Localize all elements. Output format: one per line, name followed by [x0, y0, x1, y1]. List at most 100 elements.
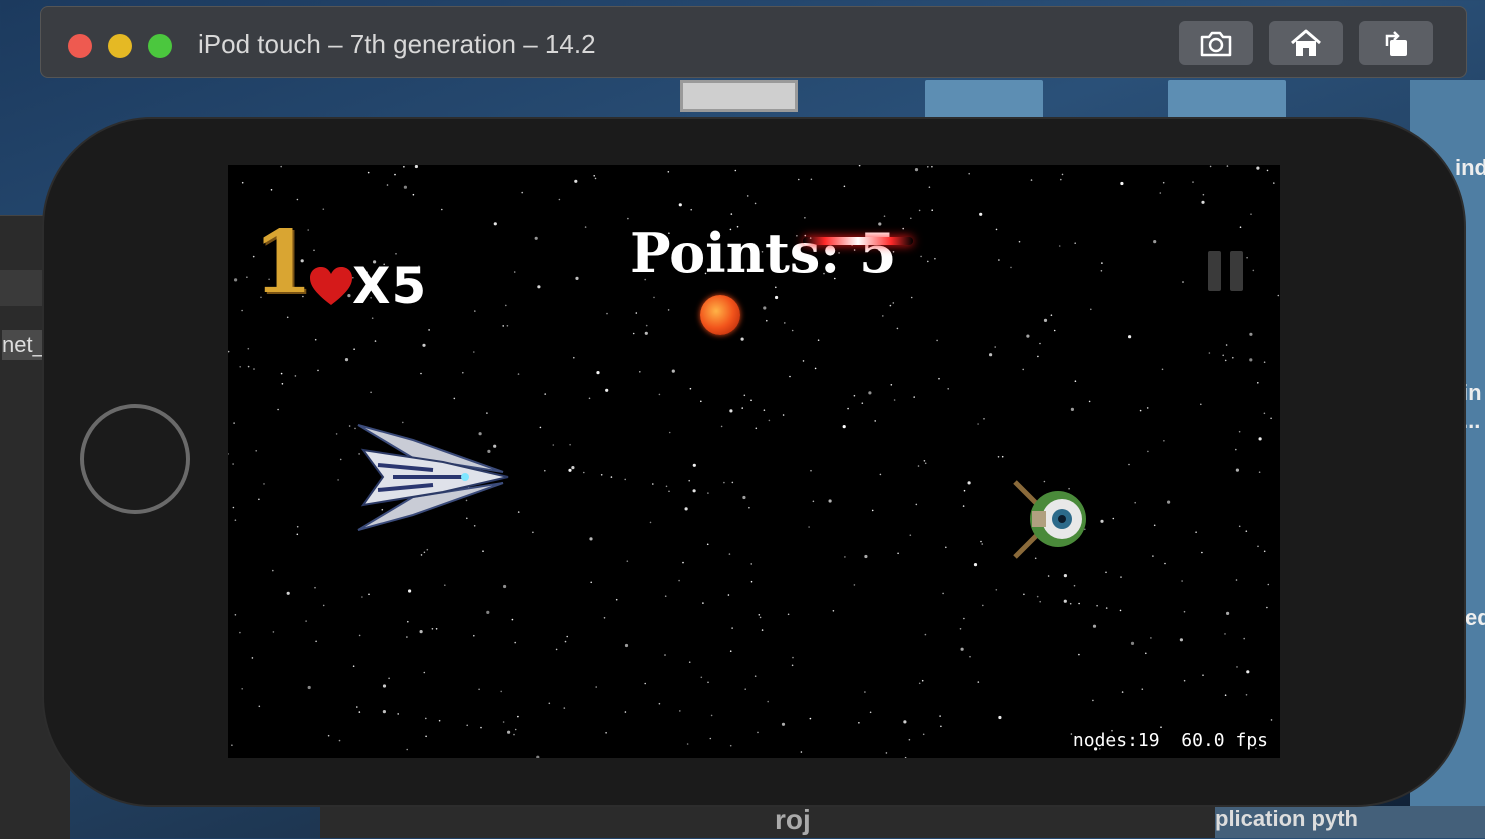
star: [1146, 407, 1149, 409]
level-indicator: 1: [253, 212, 313, 313]
star: [386, 184, 389, 186]
star: [569, 443, 571, 446]
star: [1112, 517, 1115, 520]
star: [1043, 318, 1048, 322]
star: [684, 507, 688, 511]
star: [758, 614, 761, 616]
minimize-window-button[interactable]: [108, 34, 132, 58]
star: [1030, 179, 1033, 181]
star: [1139, 409, 1142, 412]
star: [934, 257, 936, 260]
star: [903, 720, 907, 724]
star: [395, 253, 397, 255]
star: [403, 185, 407, 189]
star: [241, 181, 244, 184]
star: [296, 533, 299, 536]
star: [853, 394, 856, 397]
star: [1266, 606, 1268, 609]
star: [893, 399, 896, 401]
star: [544, 393, 546, 395]
device-home-button[interactable]: [80, 404, 190, 514]
star: [998, 715, 1002, 720]
star: [1092, 699, 1094, 702]
background-window-fragment: [680, 80, 798, 112]
star: [568, 468, 572, 472]
star: [239, 366, 241, 368]
star: [1249, 358, 1253, 362]
star: [649, 521, 652, 524]
star: [644, 682, 646, 685]
star: [473, 351, 475, 353]
star: [536, 755, 540, 758]
star: [374, 340, 377, 342]
star: [422, 343, 426, 347]
star: [247, 365, 250, 368]
star: [1119, 609, 1122, 612]
star: [678, 203, 682, 207]
star: [234, 614, 237, 616]
star: [931, 209, 933, 211]
star: [667, 309, 670, 311]
star: [1167, 500, 1171, 504]
star: [671, 369, 675, 373]
star: [962, 505, 965, 507]
star: [272, 631, 275, 633]
star: [352, 665, 355, 667]
star: [1161, 368, 1164, 371]
star: [539, 426, 542, 429]
star: [858, 722, 860, 724]
star: [768, 419, 771, 422]
star: [902, 227, 904, 230]
star: [1243, 637, 1245, 640]
star: [251, 657, 254, 659]
star: [1257, 545, 1259, 548]
star: [627, 217, 629, 220]
star: [605, 732, 607, 734]
star: [241, 309, 243, 312]
star: [412, 193, 415, 196]
star: [1160, 726, 1162, 728]
star: [600, 474, 603, 476]
star: [940, 725, 942, 728]
star: [474, 310, 476, 312]
star: [1039, 600, 1041, 603]
star: [1202, 674, 1204, 676]
star: [1023, 593, 1025, 596]
star: [892, 302, 895, 304]
star: [1090, 308, 1092, 311]
star: [327, 734, 330, 737]
star: [740, 337, 744, 341]
star: [761, 629, 764, 631]
star: [644, 331, 648, 335]
lives-counter: X5: [352, 257, 428, 315]
star: [1001, 455, 1004, 458]
star: [1258, 471, 1261, 474]
star: [1270, 417, 1272, 420]
star: [1147, 450, 1149, 453]
star: [1105, 571, 1107, 574]
star: [817, 339, 820, 341]
star: [1250, 213, 1252, 215]
pause-button[interactable]: [1208, 251, 1246, 291]
star: [864, 554, 868, 559]
star: [500, 690, 503, 693]
star: [914, 168, 919, 172]
star: [842, 425, 846, 429]
game-screen[interactable]: 1 X5 Points: 5 nodes:19 60.0 fps: [228, 165, 1280, 758]
star: [453, 397, 456, 400]
star: [1120, 576, 1122, 578]
star: [438, 719, 441, 722]
star: [1063, 574, 1067, 578]
star: [1078, 602, 1080, 605]
rotate-button[interactable]: [1359, 21, 1433, 65]
screenshot-button[interactable]: [1179, 21, 1253, 65]
star: [513, 733, 515, 736]
background-text-bottom-right: plication pyth: [1215, 806, 1485, 838]
home-button[interactable]: [1269, 21, 1343, 65]
close-window-button[interactable]: [68, 34, 92, 58]
star: [270, 189, 273, 191]
star: [1134, 501, 1136, 504]
debug-stats: nodes:19 60.0 fps: [1073, 730, 1268, 751]
zoom-window-button[interactable]: [148, 34, 172, 58]
star: [936, 339, 938, 342]
